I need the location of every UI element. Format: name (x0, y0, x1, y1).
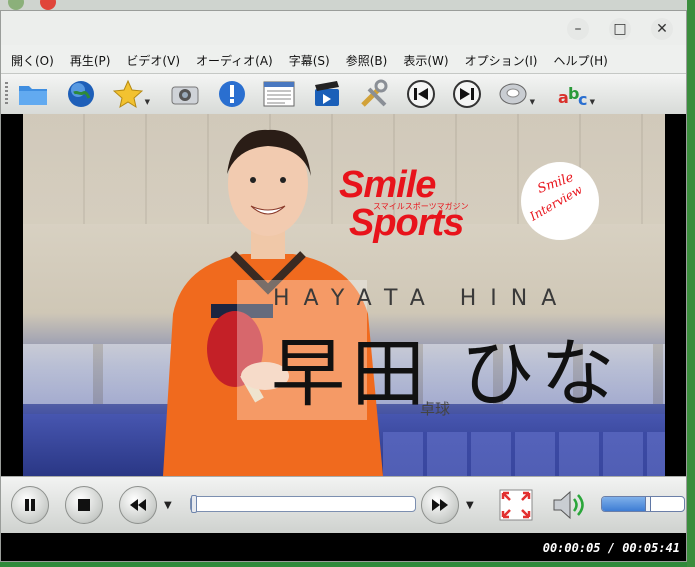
rewind-button[interactable] (119, 486, 157, 524)
chevron-down-icon[interactable]: ▼ (590, 98, 595, 106)
toolbar: ▼ ▼ abc ▼ (1, 73, 686, 115)
pause-icon (25, 499, 35, 511)
minimize-button[interactable]: – (567, 18, 589, 40)
menu-open[interactable]: 開く(O) (11, 52, 54, 69)
menu-play[interactable]: 再生(P) (70, 52, 111, 69)
status-bar: 00:00:05 / 00:05:41 (1, 533, 686, 561)
svg-text:c: c (578, 90, 587, 109)
preferences-tools-icon[interactable] (358, 78, 390, 110)
info-icon[interactable] (216, 78, 248, 110)
desktop-button-green[interactable] (8, 0, 24, 10)
menu-bar: 開く(O) 再生(P) ビデオ(V) オーディオ(A) 字幕(S) 参照(B) … (1, 49, 686, 71)
seek-bar[interactable] (190, 495, 416, 513)
fullscreen-button[interactable] (499, 489, 533, 521)
sport-label: 卓球 (420, 400, 451, 418)
playback-controls: ▼ ▼ (1, 476, 686, 533)
favorites-star-icon[interactable]: ▼ (112, 78, 150, 110)
fullscreen-icon (499, 489, 533, 521)
rewind-options-chevron-icon[interactable]: ▼ (164, 500, 172, 511)
speaker-icon (553, 490, 584, 520)
chevron-down-icon[interactable]: ▼ (530, 98, 535, 106)
previous-icon[interactable] (405, 78, 437, 110)
smile-interview-badge: Smile Interview (521, 162, 599, 240)
audio-disc-icon[interactable]: ▼ (497, 78, 535, 110)
athlete-name-roman: HAYATA HINA (273, 286, 571, 311)
playlist-icon[interactable] (263, 78, 295, 110)
mute-button[interactable] (551, 489, 585, 521)
chevron-down-icon[interactable]: ▼ (145, 98, 150, 106)
title-bar[interactable]: – □ ✕ (1, 11, 686, 45)
table-tennis-tables-back (383, 432, 665, 476)
menu-view[interactable]: 表示(W) (403, 52, 448, 69)
volume-slider[interactable] (601, 496, 685, 512)
menu-video[interactable]: ビデオ(V) (126, 52, 180, 69)
subtitles-abc-icon[interactable]: abc ▼ (557, 78, 595, 110)
close-button[interactable]: ✕ (651, 18, 673, 40)
desktop-strip (0, 0, 695, 10)
video-frame: HAYATA HINA 早田 ひな 卓球 Smile スマイルスポーツマガジン … (23, 114, 665, 476)
rewind-icon (130, 499, 146, 511)
maximize-button[interactable]: □ (609, 18, 631, 40)
next-icon[interactable] (451, 78, 483, 110)
settings-clapper-icon[interactable] (311, 78, 343, 110)
open-folder-icon[interactable] (17, 78, 49, 110)
desktop-button-red[interactable] (40, 0, 56, 10)
globe-icon[interactable] (65, 78, 97, 110)
menu-help[interactable]: ヘルプ(H) (553, 52, 607, 69)
toolbar-grip[interactable] (5, 82, 8, 106)
time-display: 00:00:05 / 00:05:41 (542, 541, 680, 555)
volume-handle[interactable] (645, 497, 652, 511)
media-player-window: – □ ✕ 開く(O) 再生(P) ビデオ(V) オーディオ(A) 字幕(S) … (0, 10, 687, 562)
stop-button[interactable] (65, 486, 103, 524)
fast-forward-button[interactable] (421, 486, 459, 524)
pause-button[interactable] (11, 486, 49, 524)
menu-options[interactable]: オプション(I) (465, 52, 538, 69)
menu-audio[interactable]: オーディオ(A) (196, 52, 273, 69)
smile-sports-logo-line2: Sports (349, 202, 464, 244)
desktop-background (687, 0, 695, 567)
menu-subtitles[interactable]: 字幕(S) (289, 52, 330, 69)
seek-bar-handle[interactable] (191, 495, 198, 513)
stop-icon (78, 499, 90, 511)
screenshot-camera-icon[interactable] (169, 78, 201, 110)
forward-options-chevron-icon[interactable]: ▼ (466, 500, 474, 511)
fast-forward-icon (432, 499, 448, 511)
volume-level (602, 497, 648, 511)
video-area[interactable]: HAYATA HINA 早田 ひな 卓球 Smile スマイルスポーツマガジン … (1, 114, 686, 476)
menu-browse[interactable]: 参照(B) (346, 52, 388, 69)
